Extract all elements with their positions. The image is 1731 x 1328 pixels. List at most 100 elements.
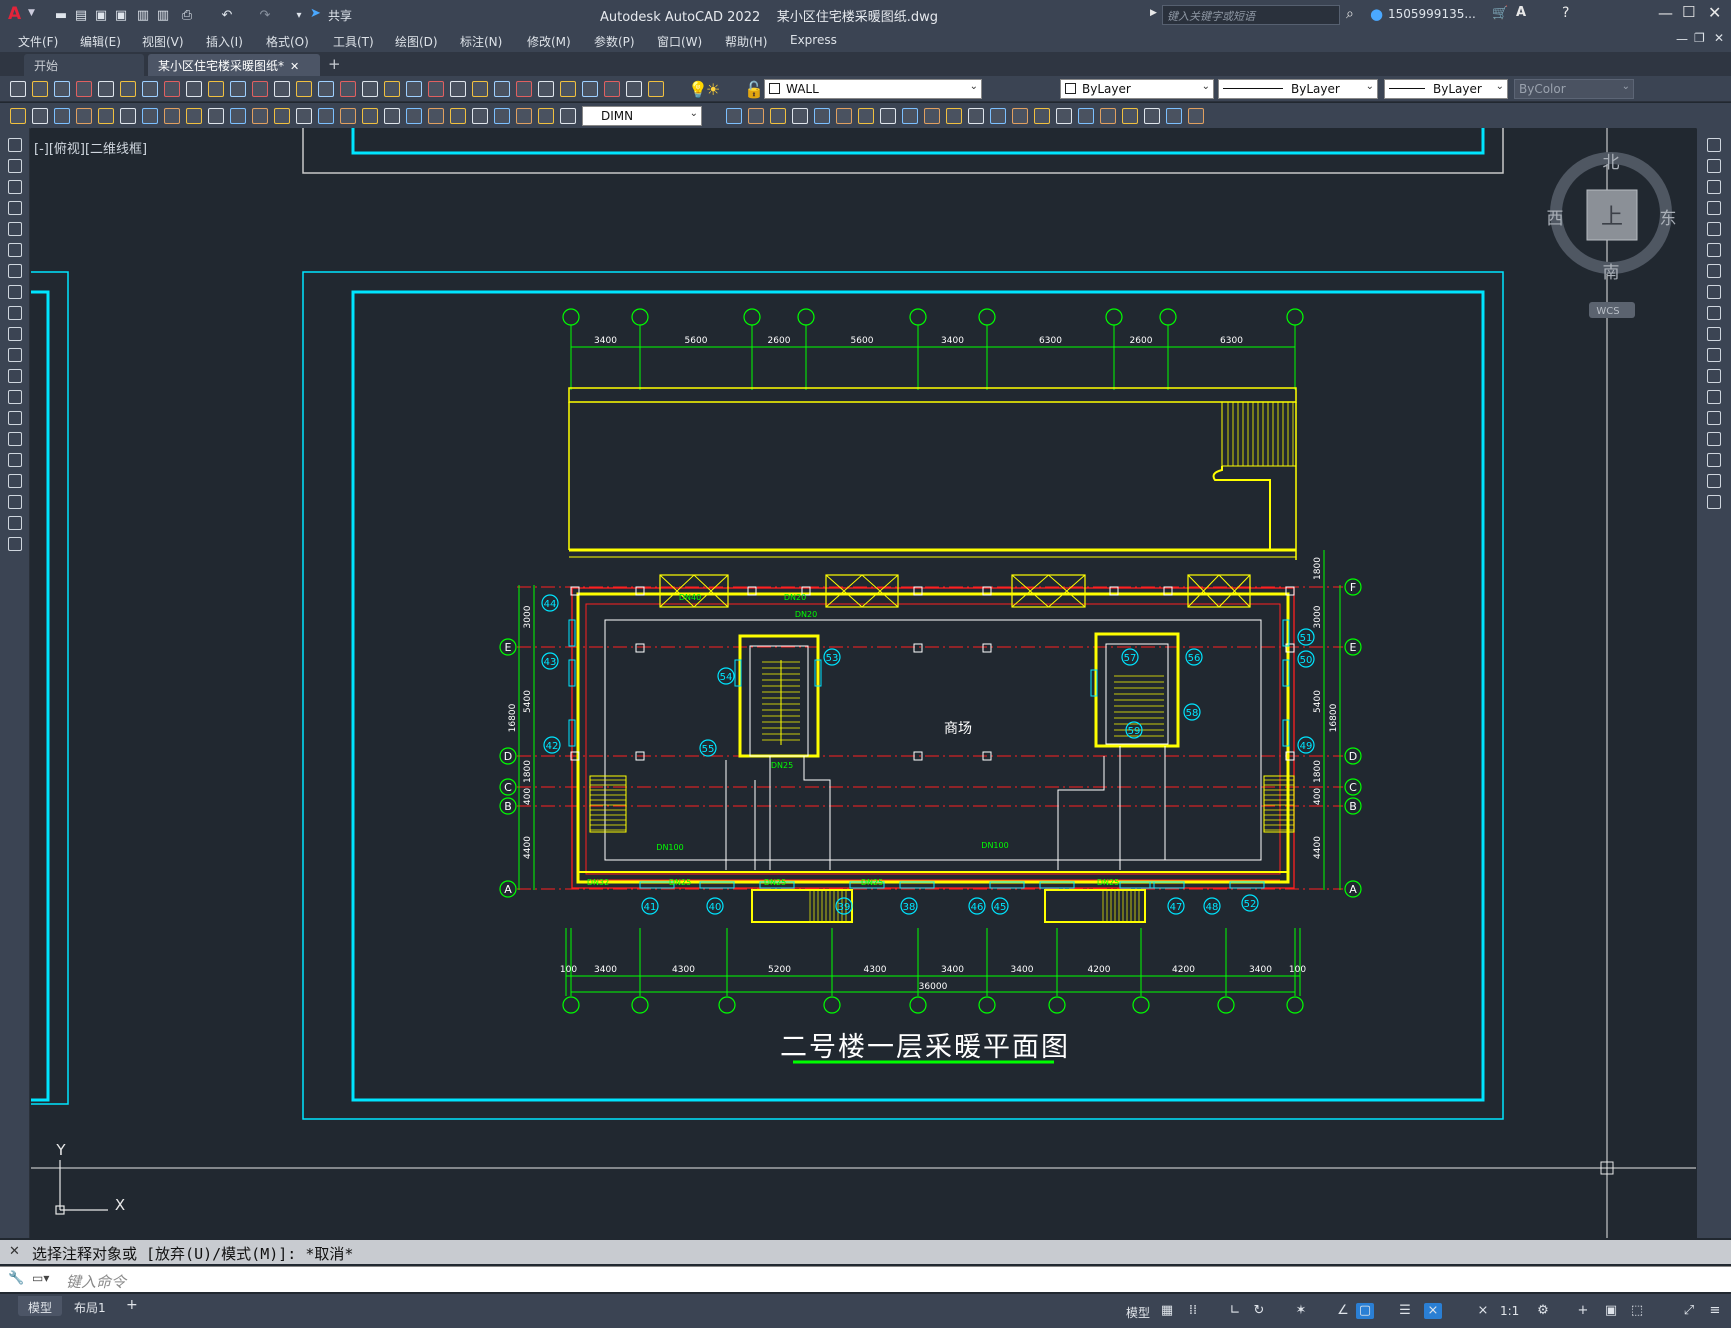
dimension-tool-icon[interactable] (142, 108, 158, 124)
dimension-tool-icon[interactable] (924, 108, 940, 124)
viewcube[interactable]: 上 北 南 西 东 WCS (1547, 152, 1677, 318)
dimension-tool-icon[interactable] (428, 108, 444, 124)
auto-scale-icon[interactable]: ⨯ (1474, 1303, 1492, 1319)
plotstyle-dropdown[interactable]: ByColor ⌄ (1514, 79, 1634, 99)
command-close-icon[interactable]: ✕ (9, 1244, 20, 1259)
standard-tool-icon[interactable] (54, 81, 70, 97)
standard-tool-icon[interactable] (362, 81, 378, 97)
grid-icon[interactable]: ▦ (1158, 1303, 1176, 1319)
dimension-tool-icon[interactable] (836, 108, 852, 124)
menu-modify[interactable]: 修改(M) (527, 33, 571, 50)
search-input[interactable]: 键入关键字或短语 (1162, 5, 1340, 25)
layer-lock-icon[interactable]: 🔓 (744, 80, 764, 99)
draw-tool-icon[interactable] (8, 537, 22, 551)
dimension-tool-icon[interactable] (946, 108, 962, 124)
modify-tool-icon[interactable] (1707, 495, 1721, 509)
modify-tool-icon[interactable] (1707, 264, 1721, 278)
draw-tool-icon[interactable] (8, 432, 22, 446)
draw-tool-icon[interactable] (8, 138, 22, 152)
modify-tool-icon[interactable] (1707, 390, 1721, 404)
layer-dropdown[interactable]: WALL ⌄ (764, 79, 982, 99)
standard-tool-icon[interactable] (76, 81, 92, 97)
dimension-tool-icon[interactable] (516, 108, 532, 124)
layer-sun-icon[interactable]: ☀ (706, 80, 720, 99)
standard-tool-icon[interactable] (428, 81, 444, 97)
clean-screen-icon[interactable]: ⤢ (1680, 1303, 1698, 1319)
menu-view[interactable]: 视图(V) (142, 33, 184, 50)
modify-tool-icon[interactable] (1707, 201, 1721, 215)
dimension-tool-icon[interactable] (770, 108, 786, 124)
dimension-tool-icon[interactable] (186, 108, 202, 124)
dimension-tool-icon[interactable] (164, 108, 180, 124)
standard-tool-icon[interactable] (406, 81, 422, 97)
draw-tool-icon[interactable] (8, 348, 22, 362)
dimension-tool-icon[interactable] (296, 108, 312, 124)
dimension-tool-icon[interactable] (1122, 108, 1138, 124)
share-button[interactable]: 共享 (328, 7, 352, 24)
dynamic-ucs-icon[interactable]: ▢ (1356, 1303, 1374, 1319)
standard-tool-icon[interactable] (10, 81, 26, 97)
isolate-objects-icon[interactable]: ⬚ (1628, 1303, 1646, 1319)
command-input-bar[interactable]: 🔧 ▭▾ 键入命令 (0, 1266, 1731, 1292)
cart-icon[interactable]: 🛒 (1492, 6, 1508, 21)
tab-start[interactable]: 开始 (24, 54, 144, 76)
draw-tool-icon[interactable] (8, 285, 22, 299)
search-expand-icon[interactable]: ▶ (1150, 8, 1157, 18)
standard-tool-icon[interactable] (648, 81, 664, 97)
menu-edit[interactable]: 编辑(E) (80, 33, 121, 50)
standard-tool-icon[interactable] (516, 81, 532, 97)
new-file-icon[interactable]: ▬ (52, 6, 70, 24)
add-icon[interactable]: + (1574, 1303, 1592, 1319)
draw-tool-icon[interactable] (8, 264, 22, 278)
standard-tool-icon[interactable] (538, 81, 554, 97)
dimstyle-dropdown[interactable]: DIMN ⌄ (582, 106, 702, 126)
dimension-tool-icon[interactable] (450, 108, 466, 124)
search-icon[interactable]: ⌕ (1346, 6, 1354, 22)
modify-tool-icon[interactable] (1707, 453, 1721, 467)
draw-tool-icon[interactable] (8, 180, 22, 194)
dimension-tool-icon[interactable] (1056, 108, 1072, 124)
share-icon[interactable]: ➤ (310, 6, 321, 21)
dimension-tool-icon[interactable] (208, 108, 224, 124)
hardware-acceleration-icon[interactable]: ▣ (1602, 1303, 1620, 1319)
lineweight-icon[interactable]: ☰ (1396, 1303, 1414, 1319)
command-recent-icon[interactable]: ▭▾ (32, 1271, 49, 1285)
standard-tool-icon[interactable] (164, 81, 180, 97)
open-web-icon[interactable]: ▥ (134, 6, 152, 24)
dimension-tool-icon[interactable] (1034, 108, 1050, 124)
standard-tool-icon[interactable] (98, 81, 114, 97)
ortho-icon[interactable]: ∟ (1226, 1303, 1244, 1319)
draw-tool-icon[interactable] (8, 369, 22, 383)
new-tab-button[interactable]: + (322, 54, 346, 76)
dimension-tool-icon[interactable] (748, 108, 764, 124)
menu-tools[interactable]: 工具(T) (333, 33, 374, 50)
modify-tool-icon[interactable] (1707, 138, 1721, 152)
dimension-tool-icon[interactable] (98, 108, 114, 124)
dimension-tool-icon[interactable] (1188, 108, 1204, 124)
modify-tool-icon[interactable] (1707, 432, 1721, 446)
modify-tool-icon[interactable] (1707, 348, 1721, 362)
dimension-tool-icon[interactable] (120, 108, 136, 124)
save-icon[interactable]: ▣ (92, 6, 110, 24)
draw-tool-icon[interactable] (8, 201, 22, 215)
menu-insert[interactable]: 插入(I) (206, 33, 243, 50)
standard-tool-icon[interactable] (560, 81, 576, 97)
standard-tool-icon[interactable] (582, 81, 598, 97)
save-as-icon[interactable]: ▣ (112, 6, 130, 24)
snap-icon[interactable]: ⁞⁞ (1184, 1303, 1202, 1319)
standard-tool-icon[interactable] (296, 81, 312, 97)
tab-drawing[interactable]: 某小区住宅楼采暖图纸* ✕ (148, 54, 320, 76)
dimension-tool-icon[interactable] (902, 108, 918, 124)
layout-tab-layout1[interactable]: 布局1 (64, 1296, 116, 1316)
dimension-tool-icon[interactable] (1144, 108, 1160, 124)
otrack-icon[interactable]: ∠ (1334, 1303, 1352, 1319)
modify-tool-icon[interactable] (1707, 222, 1721, 236)
standard-tool-icon[interactable] (604, 81, 620, 97)
dimension-tool-icon[interactable] (406, 108, 422, 124)
dimension-tool-icon[interactable] (990, 108, 1006, 124)
dimension-tool-icon[interactable] (1166, 108, 1182, 124)
minimize-window-icon[interactable]: — (1658, 4, 1673, 22)
polar-icon[interactable]: ↻ (1250, 1303, 1268, 1319)
dimension-tool-icon[interactable] (880, 108, 896, 124)
command-input[interactable]: 键入命令 (66, 1271, 126, 1292)
